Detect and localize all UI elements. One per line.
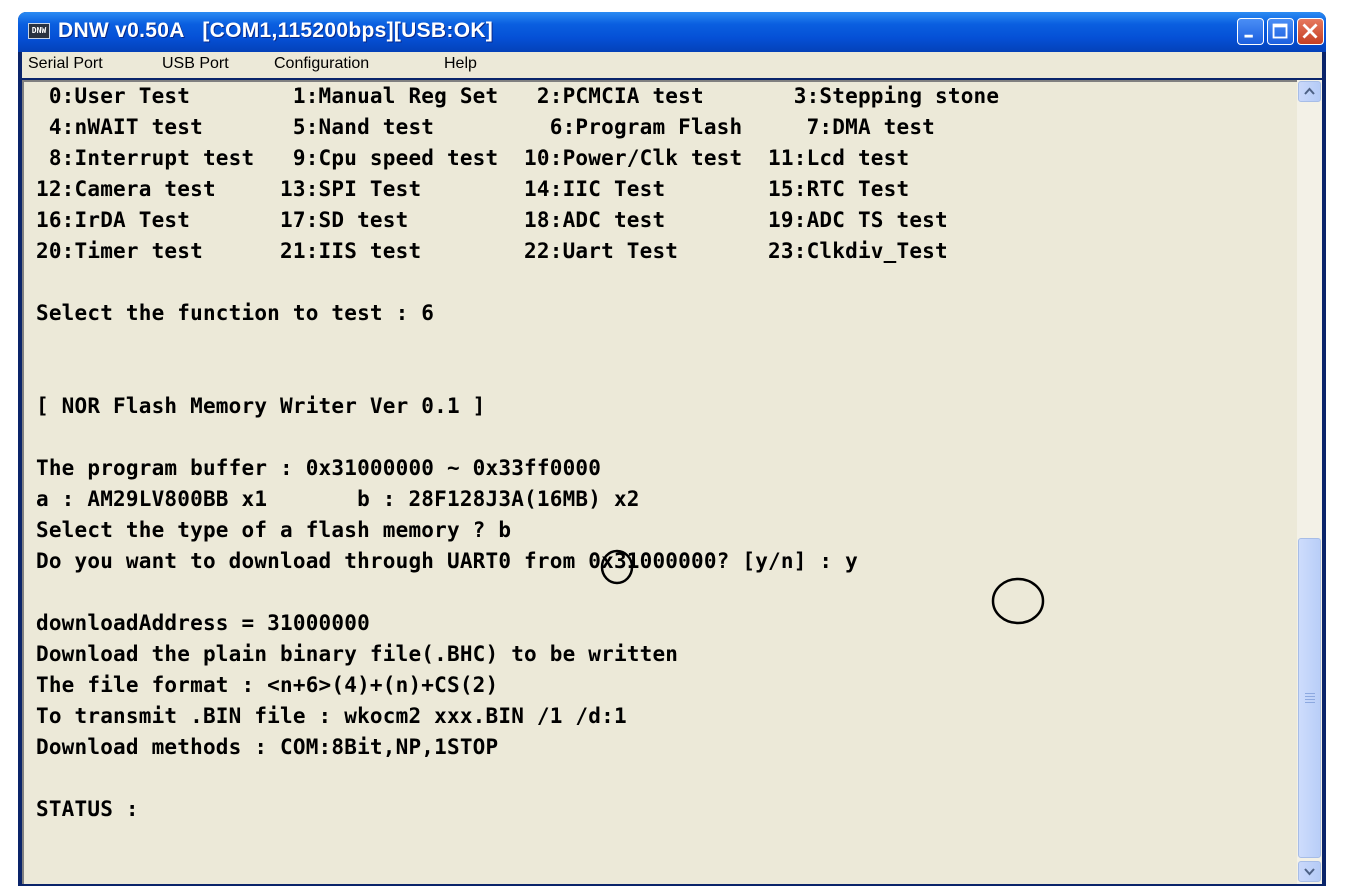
terminal-output[interactable]: 0:User Test 1:Manual Reg Set 2:PCMCIA te… bbox=[22, 80, 1297, 884]
scrollbar-thumb[interactable] bbox=[1298, 538, 1321, 858]
vertical-scrollbar[interactable] bbox=[1297, 80, 1322, 884]
terminal-line: 16:IrDA Test 17:SD test 18:ADC test 19:A… bbox=[36, 208, 948, 232]
terminal-frame: 0:User Test 1:Manual Reg Set 2:PCMCIA te… bbox=[22, 80, 1322, 884]
terminal-line: 0:User Test 1:Manual Reg Set 2:PCMCIA te… bbox=[36, 84, 1000, 108]
terminal-line: 8:Interrupt test 9:Cpu speed test 10:Pow… bbox=[36, 146, 910, 170]
scroll-up-button[interactable] bbox=[1298, 81, 1321, 102]
close-icon bbox=[1302, 23, 1318, 39]
maximize-button[interactable] bbox=[1267, 18, 1294, 45]
menu-bar: Serial Port USB Port Configuration Help bbox=[22, 52, 1322, 78]
annotation-circle-y bbox=[991, 577, 1045, 625]
close-button[interactable] bbox=[1297, 18, 1324, 45]
terminal-line: STATUS : bbox=[36, 797, 139, 821]
terminal-line: The program buffer : 0x31000000 ~ 0x33ff… bbox=[36, 456, 602, 480]
menu-usb-port[interactable]: USB Port bbox=[162, 55, 229, 73]
menu-serial-port[interactable]: Serial Port bbox=[28, 55, 103, 73]
scroll-up-arrow-icon bbox=[1304, 87, 1315, 95]
minimize-button[interactable] bbox=[1237, 18, 1264, 45]
terminal-line: Select the type of a flash memory ? b bbox=[36, 518, 512, 542]
terminal-line: 12:Camera test 13:SPI Test 14:IIC Test 1… bbox=[36, 177, 910, 201]
menu-configuration[interactable]: Configuration bbox=[274, 55, 369, 73]
terminal-line: Download methods : COM:8Bit,NP,1STOP bbox=[36, 735, 499, 759]
terminal-line: Do you want to download through UART0 fr… bbox=[36, 549, 858, 573]
terminal-line: a : AM29LV800BB x1 b : 28F128J3A(16MB) x… bbox=[36, 487, 640, 511]
terminal-line: downloadAddress = 31000000 bbox=[36, 611, 370, 635]
terminal-line: 20:Timer test 21:IIS test 22:Uart Test 2… bbox=[36, 239, 948, 263]
title-bar[interactable]: DNW DNW v0.50A [COM1,115200bps][USB:OK] bbox=[18, 12, 1326, 52]
terminal-line: [ NOR Flash Memory Writer Ver 0.1 ] bbox=[36, 394, 486, 418]
menu-help[interactable]: Help bbox=[444, 55, 477, 73]
window-title: DNW v0.50A [COM1,115200bps][USB:OK] bbox=[58, 19, 494, 42]
scroll-down-button[interactable] bbox=[1298, 861, 1321, 882]
app-window: DNW DNW v0.50A [COM1,115200bps][USB:OK] … bbox=[18, 12, 1326, 886]
terminal-line: 4:nWAIT test 5:Nand test 6:Program Flash… bbox=[36, 115, 936, 139]
terminal-line: Select the function to test : 6 bbox=[36, 301, 435, 325]
terminal-line: The file format : <n+6>(4)+(n)+CS(2) bbox=[36, 673, 499, 697]
scroll-down-arrow-icon bbox=[1304, 868, 1315, 876]
terminal-line: Download the plain binary file(.BHC) to … bbox=[36, 642, 679, 666]
app-icon[interactable]: DNW bbox=[28, 23, 50, 39]
terminal-line: To transmit .BIN file : wkocm2 xxx.BIN /… bbox=[36, 704, 627, 728]
maximize-icon bbox=[1272, 23, 1288, 39]
minimize-icon bbox=[1244, 34, 1253, 38]
